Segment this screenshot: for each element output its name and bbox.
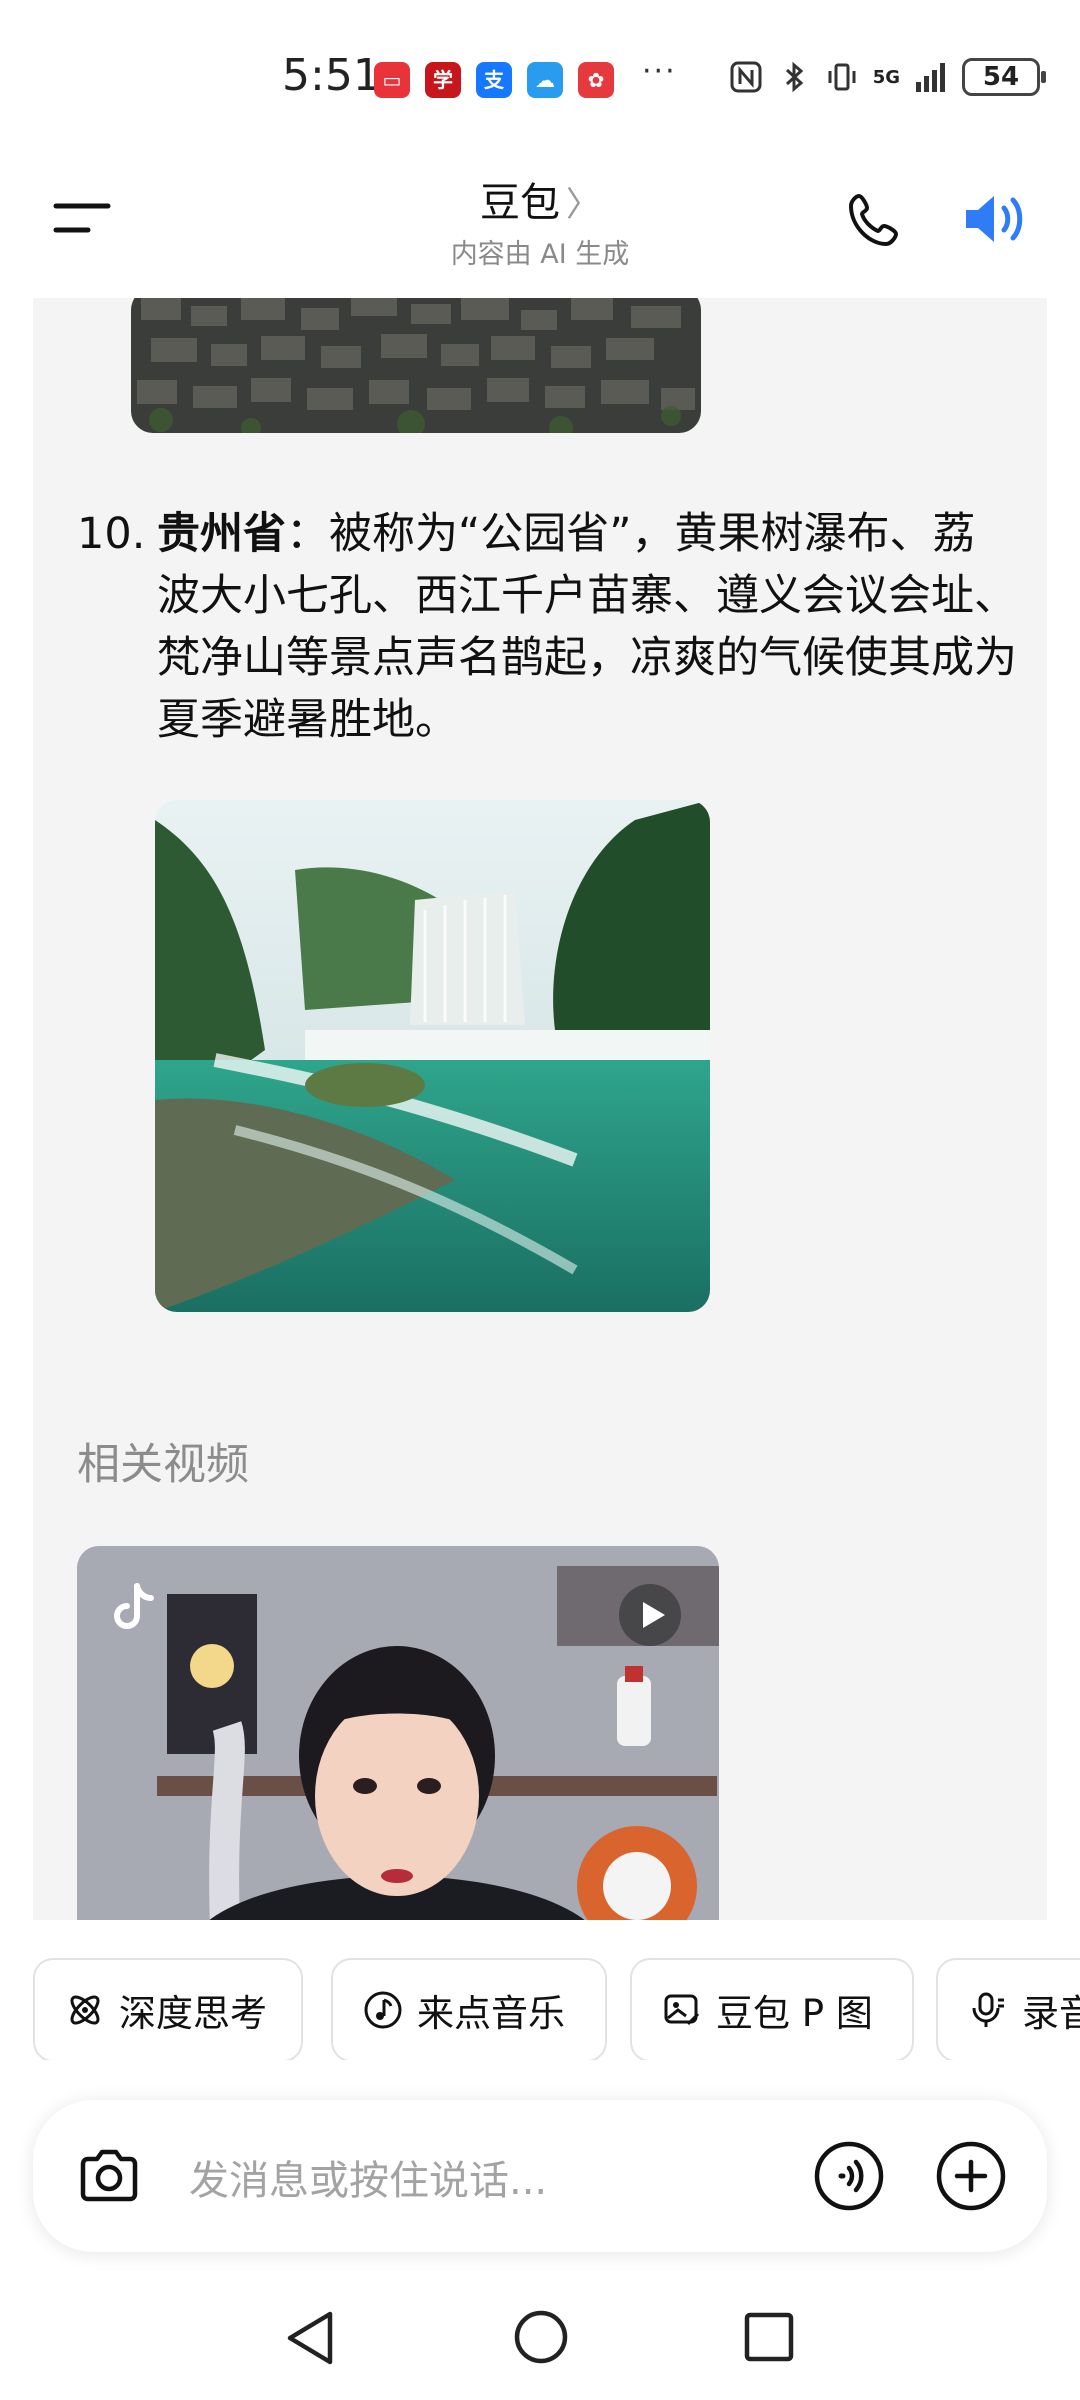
waterfall-image[interactable] <box>155 800 710 1312</box>
list-item-number: 10. <box>77 509 146 559</box>
more-notifications-icon: ··· <box>642 54 677 89</box>
mic-icon <box>972 1992 1004 2027</box>
top-bar: 豆包〉 内容由 AI 生成 <box>0 150 1080 300</box>
chat-area[interactable]: 10. 贵州省：被称为“公园省”，黄果树瀑布、荔波大小七孔、西江千户苗寨、遵义会… <box>33 298 1047 1920</box>
video-card[interactable] <box>77 1546 719 1920</box>
list-item-title: 贵州省 <box>157 509 286 559</box>
atom-icon <box>70 1995 100 2025</box>
cloud-app-icon: ☁ <box>527 62 563 98</box>
voice-call-icon[interactable] <box>813 2140 885 2212</box>
home-icon[interactable] <box>512 2308 570 2366</box>
page-title-text: 豆包 <box>480 180 560 226</box>
chip-deep-thinking[interactable]: 深度思考 <box>33 1958 303 2060</box>
message-input[interactable]: 发消息或按住说话... <box>189 2148 547 2206</box>
chip-recording[interactable]: 录音 <box>936 1958 1080 2060</box>
music-note-icon <box>364 1991 402 2029</box>
status-time: 5:51 <box>282 50 381 101</box>
ai-disclaimer: 内容由 AI 生成 <box>450 239 630 270</box>
phone-icon[interactable] <box>845 190 905 250</box>
chip-label: 深度思考 <box>119 1992 267 2035</box>
title-area[interactable]: 豆包〉 内容由 AI 生成 <box>0 170 1080 271</box>
image-edit-icon <box>664 1994 700 2026</box>
chip-photo-edit[interactable]: 豆包 P 图 <box>630 1958 914 2060</box>
list-item-description: ：被称为“公园省”，黄果树瀑布、荔波大小七孔、西江千户苗寨、遵义会议会址、梵净山… <box>157 509 1017 745</box>
vibrate-icon <box>828 63 856 91</box>
related-videos-heading: 相关视频 <box>77 1440 249 1490</box>
chip-label: 录音 <box>1022 1992 1080 2035</box>
huawei-icon: ✿ <box>578 62 614 98</box>
nfc-icon <box>730 61 762 93</box>
network-type: 5G <box>872 66 900 88</box>
tiktok-icon <box>114 1583 154 1629</box>
chip-label: 来点音乐 <box>417 1992 565 2035</box>
suggestion-chips: 深度思考 来点音乐 豆包 P 图 录音 <box>0 1920 1080 2060</box>
message-input-bar[interactable]: 发消息或按住说话... <box>33 2100 1047 2252</box>
page-title[interactable]: 豆包〉 <box>0 170 1080 228</box>
notification-app-icon: ▭ <box>374 62 410 98</box>
bluetooth-icon <box>785 61 803 93</box>
list-item-text: 贵州省：被称为“公园省”，黄果树瀑布、荔波大小七孔、西江千户苗寨、遵义会议会址、… <box>157 503 1017 751</box>
speaker-icon[interactable] <box>962 188 1028 250</box>
alipay-icon: 支 <box>476 62 512 98</box>
camera-icon[interactable] <box>75 2142 143 2210</box>
chip-music[interactable]: 来点音乐 <box>331 1958 607 2060</box>
chevron-right-icon: 〉 <box>566 185 600 225</box>
chip-label: 豆包 P 图 <box>716 1992 873 2035</box>
status-bar: 5:51 ▭ 学 支 ☁ ✿ ··· 5G 54 <box>0 0 1080 150</box>
plus-icon[interactable] <box>935 2140 1007 2212</box>
signal-icon <box>916 63 945 92</box>
recent-apps-icon[interactable] <box>742 2310 796 2364</box>
notification-app-icon: 学 <box>425 62 461 98</box>
system-nav-bar <box>0 2280 1080 2400</box>
battery-indicator: 54 <box>962 58 1046 96</box>
aerial-village-image[interactable] <box>131 298 701 433</box>
back-icon[interactable] <box>282 2308 338 2368</box>
play-icon[interactable] <box>617 1582 683 1648</box>
